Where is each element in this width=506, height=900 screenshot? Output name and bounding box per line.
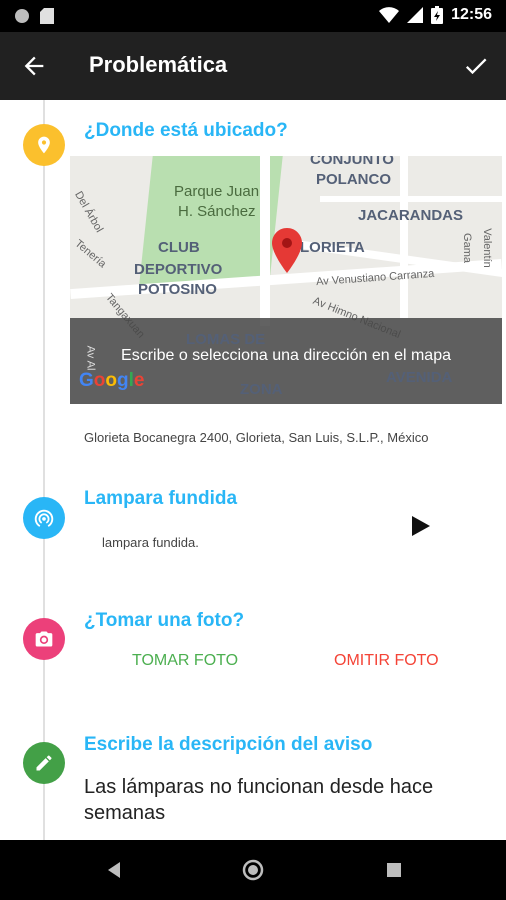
map-label: CONJUNTO	[310, 156, 394, 168]
map-label: Del Árbol	[72, 189, 106, 235]
map-label: DEPORTIVO	[134, 261, 223, 278]
recents-square-icon[interactable]	[382, 858, 406, 882]
map-hint-text: Escribe o selecciona una dirección en el…	[121, 347, 451, 364]
map-label: Tenería	[72, 237, 109, 271]
status-bar: 12:56	[0, 0, 506, 32]
map-label: CLUB	[158, 239, 200, 256]
map-label: Valentín Gama	[461, 228, 493, 268]
camera-icon	[23, 618, 65, 660]
form-content: ¿Donde está ubicado? CONJUNTO POLANCO JA…	[0, 100, 506, 840]
clock: 12:56	[451, 6, 492, 23]
signal-icon	[407, 7, 424, 23]
address-text: Glorieta Bocanegra 2400, Glorieta, San L…	[84, 430, 429, 445]
problem-title: Lampara fundida	[84, 488, 238, 509]
map-label: LORIETA	[300, 239, 365, 256]
back-triangle-icon[interactable]	[102, 858, 126, 882]
app-bar: Problemática	[0, 32, 506, 100]
location-pin-icon	[23, 124, 65, 166]
map-label: AVENIDA	[386, 369, 453, 386]
take-photo-button[interactable]: TOMAR FOTO	[132, 652, 238, 670]
page-title: Problemática	[89, 52, 228, 77]
photo-title: ¿Tomar una foto?	[84, 610, 245, 631]
map-road	[320, 196, 502, 202]
home-circle-icon[interactable]	[241, 858, 265, 882]
map-marker-icon[interactable]	[272, 228, 302, 278]
map-view[interactable]: CONJUNTO POLANCO JACARANDAS Parque Juan …	[70, 156, 502, 404]
map-label: Parque Juan	[174, 183, 260, 200]
description-text[interactable]: Las lámparas no funcionan desde hace sem…	[84, 774, 494, 826]
notification-dot-icon	[15, 9, 29, 23]
map-label: JACARANDAS	[358, 207, 464, 224]
google-logo: Google	[79, 370, 145, 391]
navigation-bar	[0, 840, 506, 900]
map-label: POLANCO	[316, 171, 391, 188]
battery-charging-icon	[431, 6, 444, 24]
map-road	[260, 156, 270, 326]
map-label: H. Sánchez	[178, 203, 256, 220]
wifi-tethering-icon	[23, 497, 65, 539]
sd-card-icon	[40, 8, 54, 24]
timeline-line	[43, 100, 45, 840]
map-label: ZONA	[240, 381, 283, 398]
description-title: Escribe la descripción del aviso	[84, 734, 373, 755]
pencil-icon	[23, 742, 65, 784]
back-arrow-icon[interactable]	[20, 52, 48, 80]
checkmark-icon[interactable]	[462, 52, 490, 80]
location-title: ¿Donde está ubicado?	[84, 120, 288, 141]
wifi-icon	[379, 7, 400, 23]
skip-photo-button[interactable]: OMITIR FOTO	[334, 652, 439, 670]
map-label: POTOSINO	[138, 281, 217, 298]
map-label: Av Venustiano Carranza	[315, 267, 435, 289]
problem-subtitle: lampara fundida.	[102, 535, 199, 550]
map-road	[400, 156, 408, 318]
play-icon[interactable]	[412, 516, 430, 536]
